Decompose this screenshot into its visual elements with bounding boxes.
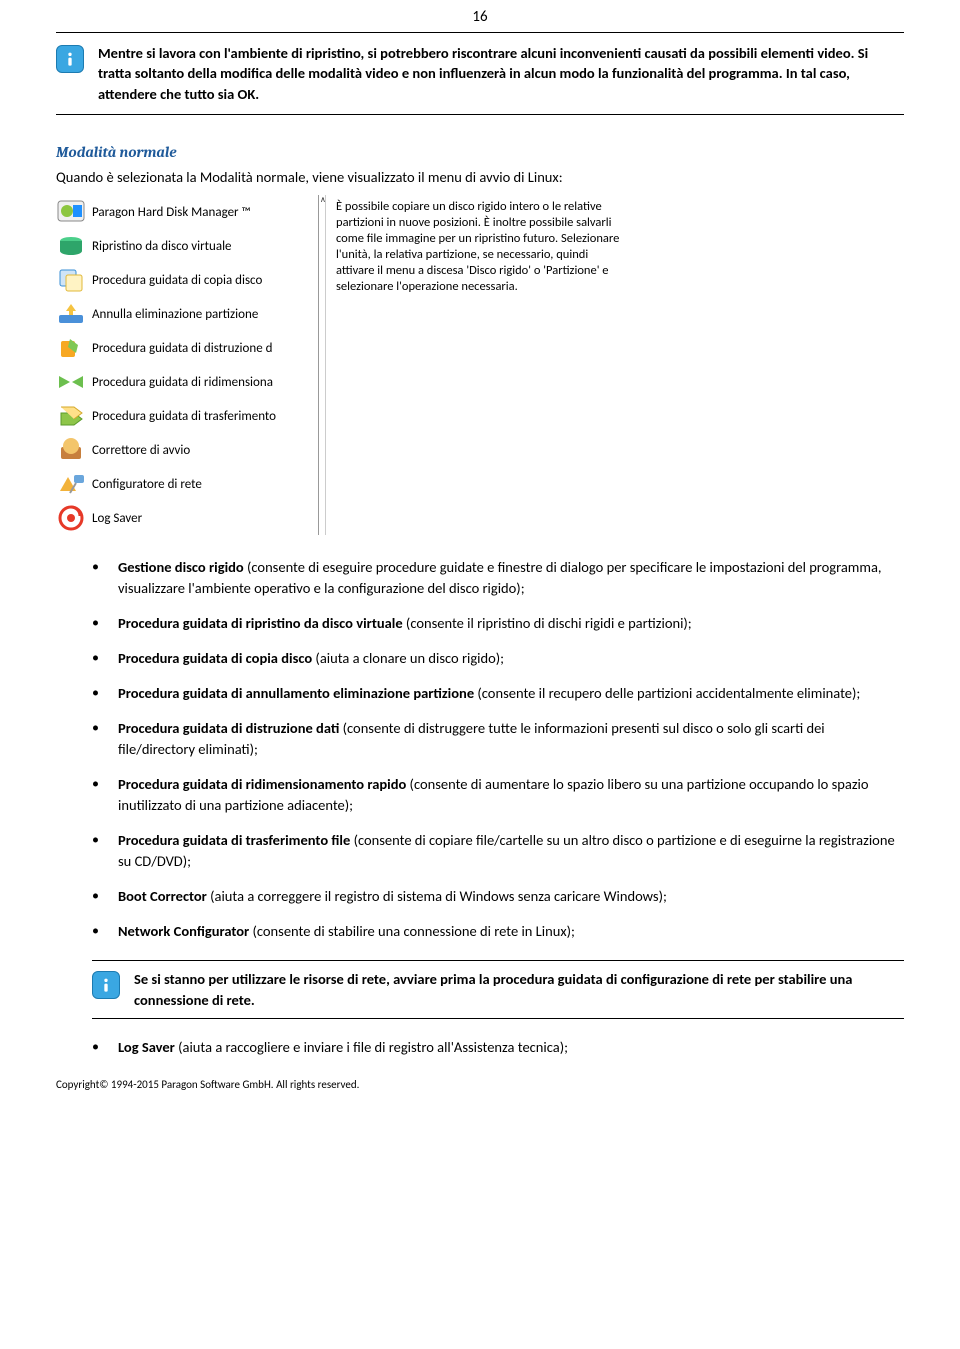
callout-1-text: Mentre si lavora con l'ambiente di ripri… [98, 43, 904, 104]
menu-label: Procedura guidata di copia disco [92, 273, 262, 288]
linux-menu-screenshot: Paragon Hard Disk Manager ™ Ripristino d… [56, 195, 904, 535]
menu-item[interactable]: Procedura guidata di trasferimento [56, 399, 312, 433]
list-item: Procedura guidata di ridimensionamento r… [92, 774, 904, 816]
bullet-text: (consente il ripristino di dischi rigidi… [403, 614, 692, 632]
menu-item[interactable]: Ripristino da disco virtuale [56, 229, 312, 263]
bullet-term: Network Configurator [118, 922, 249, 940]
bullet-term: Procedura guidata di copia disco [118, 649, 312, 667]
bullet-term: Procedura guidata di ridimensionamento r… [118, 775, 406, 793]
boot-corrector-icon [56, 437, 86, 463]
menu-item[interactable]: Configuratore di rete [56, 467, 312, 501]
menu-label: Ripristino da disco virtuale [92, 239, 232, 254]
log-saver-icon [56, 505, 86, 531]
list-item: Procedura guidata di copia disco (aiuta … [92, 648, 904, 669]
menu-description: È possibile copiare un disco rigido inte… [326, 195, 628, 295]
hdm-icon [56, 199, 86, 225]
menu-item[interactable]: Log Saver [56, 501, 312, 535]
menu-label: Log Saver [92, 511, 142, 526]
bullet-term: Boot Corrector [118, 887, 207, 905]
info-callout-1: Mentre si lavora con l'ambiente di ripri… [56, 32, 904, 115]
callout-2-text: Se si stanno per utilizzare le risorse d… [134, 969, 904, 1010]
intro-text: Quando è selezionata la Modalità normale… [56, 167, 904, 187]
menu-item[interactable]: Correttore di avvio [56, 433, 312, 467]
restore-virtual-disk-icon [56, 233, 86, 259]
file-transfer-wizard-icon [56, 403, 86, 429]
page: 16 Mentre si lavora con l'ambiente di ri… [0, 0, 960, 1131]
list-item: Procedura guidata di distruzione dati (c… [92, 718, 904, 760]
bullet-term: Procedura guidata di annullamento elimin… [118, 684, 474, 702]
menu-item[interactable]: Procedura guidata di copia disco [56, 263, 312, 297]
menu-divider: ∧ [318, 195, 326, 535]
info-callout-2: Se si stanno per utilizzare le risorse d… [92, 960, 904, 1019]
bullet-term: Gestione disco rigido [118, 558, 244, 576]
menu-item[interactable]: Procedura guidata di ridimensiona [56, 365, 312, 399]
info-icon [92, 971, 120, 999]
list-item: Procedura guidata di trasferimento file … [92, 830, 904, 872]
bullet-term: Procedura guidata di ripristino da disco… [118, 614, 403, 632]
menu-label: Correttore di avvio [92, 443, 190, 458]
menu-label: Configuratore di rete [92, 477, 202, 492]
bullet-text: (aiuta a clonare un disco rigido); [312, 649, 504, 667]
resize-wizard-icon [56, 369, 86, 395]
bullet-term: Procedura guidata di trasferimento file [118, 831, 350, 849]
bullet-text: (aiuta a raccogliere e inviare i file di… [175, 1038, 568, 1056]
wipe-wizard-icon [56, 335, 86, 361]
section-title: Modalità normale [56, 143, 904, 161]
bullet-term: Procedura guidata di distruzione dati [118, 719, 339, 737]
bullet-term: Log Saver [118, 1038, 175, 1056]
menu-item[interactable]: Annulla eliminazione partizione [56, 297, 312, 331]
menu-item[interactable]: Procedura guidata di distruzione d [56, 331, 312, 365]
menu-item[interactable]: Paragon Hard Disk Manager ™ [56, 195, 312, 229]
copyright-footer: Copyright© 1994-2015 Paragon Software Gm… [56, 1078, 904, 1091]
undelete-partition-icon [56, 301, 86, 327]
menu-label: Paragon Hard Disk Manager ™ [92, 205, 251, 220]
menu-label: Annulla eliminazione partizione [92, 307, 258, 322]
list-item: Gestione disco rigido (consente di esegu… [92, 557, 904, 599]
list-item: Network Configurator (consente di stabil… [92, 921, 904, 942]
menu-label: Procedura guidata di ridimensiona [92, 375, 273, 390]
list-item: Procedura guidata di ripristino da disco… [92, 613, 904, 634]
feature-bullet-list-2: Log Saver (aiuta a raccogliere e inviare… [56, 1037, 904, 1058]
bullet-text: (aiuta a correggere il registro di siste… [207, 887, 667, 905]
menu-label: Procedura guidata di trasferimento [92, 409, 276, 424]
network-configurator-icon [56, 471, 86, 497]
list-item: Procedura guidata di annullamento elimin… [92, 683, 904, 704]
feature-bullet-list: Gestione disco rigido (consente di esegu… [56, 557, 904, 942]
info-icon [56, 45, 84, 73]
bullet-text: (consente il recupero delle partizioni a… [474, 684, 860, 702]
scroll-up-arrow[interactable]: ∧ [320, 195, 326, 205]
list-item: Boot Corrector (aiuta a correggere il re… [92, 886, 904, 907]
bullet-text: (consente di stabilire una connessione d… [249, 922, 575, 940]
copy-disk-wizard-icon [56, 267, 86, 293]
menu-item-list: Paragon Hard Disk Manager ™ Ripristino d… [56, 195, 318, 535]
menu-label: Procedura guidata di distruzione d [92, 341, 272, 356]
list-item: Log Saver (aiuta a raccogliere e inviare… [92, 1037, 904, 1058]
page-number: 16 [56, 0, 904, 32]
